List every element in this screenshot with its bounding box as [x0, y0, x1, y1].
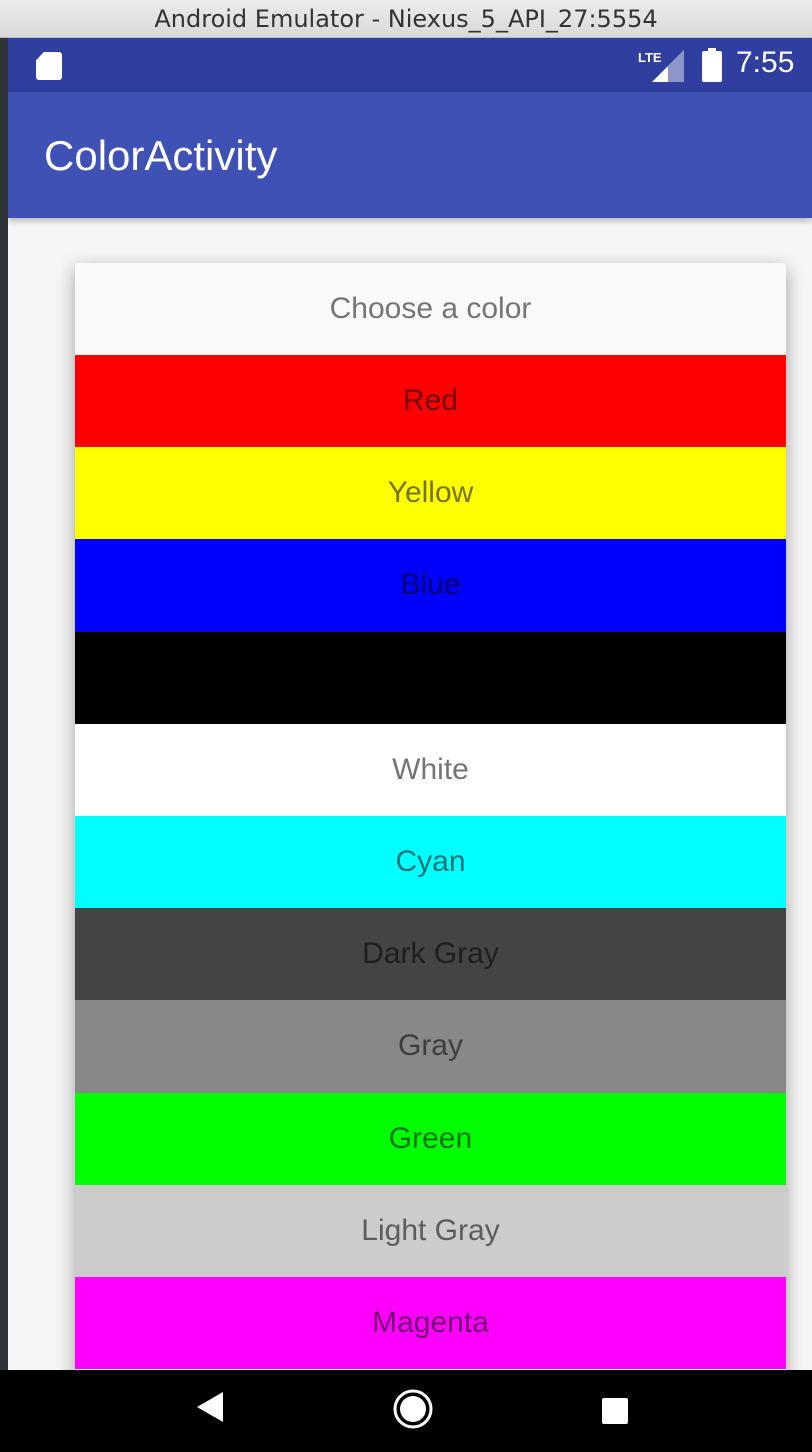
color-option-label: Dark Gray: [362, 937, 499, 971]
color-option-green[interactable]: Green: [75, 1092, 786, 1185]
color-option-black[interactable]: Black: [75, 631, 786, 724]
window-title: Android Emulator - Niexus_5_API_27:5554: [154, 4, 658, 33]
status-clock: 7:55: [736, 46, 795, 79]
color-option-magenta[interactable]: Magenta: [75, 1276, 786, 1370]
color-option-red[interactable]: Red: [75, 355, 786, 448]
color-option-label: White: [392, 752, 469, 786]
back-icon[interactable]: [195, 1390, 225, 1424]
lte-signal-icon: LTE: [638, 50, 684, 82]
color-option-label: Red: [402, 384, 459, 418]
navigation-bar: [0, 1370, 812, 1452]
color-chooser-dialog: Choose a color Red Yellow Blue Black White Cy…: [75, 263, 786, 1370]
sd-card-icon: [36, 52, 62, 80]
recents-icon[interactable]: [600, 1396, 630, 1426]
color-option-label: Blue: [400, 568, 461, 602]
color-option-label: Magenta: [372, 1305, 489, 1339]
color-option-yellow[interactable]: Yellow: [75, 447, 786, 540]
home-icon[interactable]: [392, 1388, 434, 1430]
color-option-cyan[interactable]: Cyan: [75, 815, 786, 909]
color-option-label: Yellow: [387, 476, 474, 510]
window-title-bar: Android Emulator - Niexus_5_API_27:5554: [0, 0, 812, 38]
network-type: LTE: [638, 50, 662, 65]
color-option-blue[interactable]: Blue: [75, 539, 786, 632]
app-bar: ColorActivity: [8, 92, 812, 218]
emulator-screen: LTE 7:55 ColorActivity Choose a color Re…: [8, 38, 812, 1370]
color-option-label: Black: [393, 660, 468, 694]
app-title: ColorActivity: [44, 132, 278, 179]
status-bar: LTE 7:55: [8, 38, 812, 92]
battery-icon: [702, 48, 722, 82]
dialog-title: Choose a color: [329, 292, 532, 325]
color-option-label: Green: [388, 1121, 473, 1155]
host-window-edge: [0, 38, 8, 1370]
color-option-label: Cyan: [395, 845, 466, 879]
color-option-white[interactable]: White: [75, 723, 786, 816]
color-option-label: Gray: [397, 1029, 463, 1063]
color-option-dark-gray[interactable]: Dark Gray: [75, 908, 786, 1001]
color-option-light-gray[interactable]: Light Gray: [75, 1184, 786, 1277]
color-option-gray[interactable]: Gray: [75, 1000, 786, 1093]
color-option-list: Red Yellow Blue Black White Cyan Dark Gray Gray…: [75, 355, 786, 1370]
color-option-label: Light Gray: [361, 1213, 500, 1247]
